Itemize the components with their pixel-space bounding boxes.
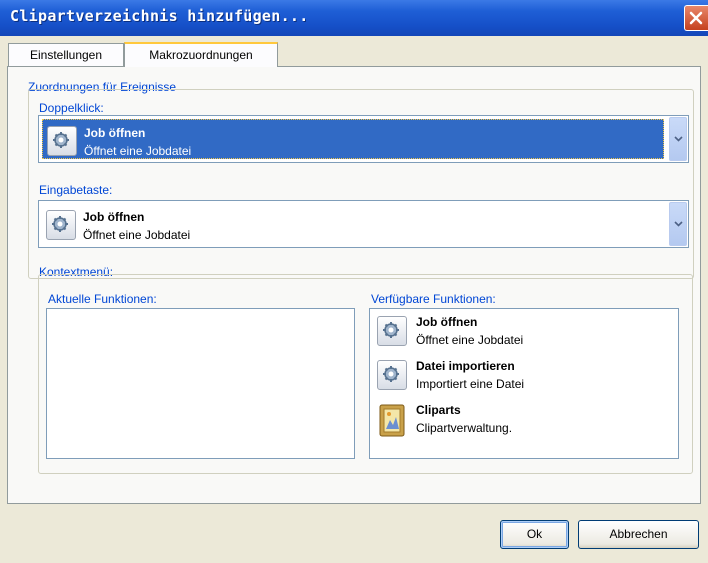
enter-dropdown-button[interactable] bbox=[669, 202, 687, 246]
doubleclick-label: Doppelklick: bbox=[39, 101, 104, 115]
tab-einstellungen[interactable]: Einstellungen bbox=[8, 43, 124, 66]
gear-icon bbox=[377, 360, 407, 390]
tab-panel: Zuordnungen für Ereignisse Doppelklick: … bbox=[7, 66, 701, 504]
list-item-description: Clipartverwaltung. bbox=[416, 421, 513, 435]
enter-combobox[interactable]: Job öffnen Öffnet eine Jobdatei bbox=[38, 200, 689, 248]
gear-icon bbox=[47, 126, 77, 156]
list-item-name: Cliparts bbox=[416, 403, 461, 417]
gear-icon bbox=[377, 316, 407, 346]
current-functions-list[interactable] bbox=[46, 308, 355, 459]
dialog-window: Clipartverzeichnis hinzufügen... Einstel… bbox=[0, 0, 708, 563]
doubleclick-combobox[interactable]: Job öffnen Öffnet eine Jobdatei bbox=[38, 115, 689, 163]
list-item-name: Datei importieren bbox=[416, 359, 515, 373]
cancel-button[interactable]: Abbrechen bbox=[578, 520, 699, 549]
current-functions-label: Aktuelle Funktionen: bbox=[48, 292, 157, 306]
list-item-description: Öffnet eine Jobdatei bbox=[416, 333, 524, 347]
enter-selected-item: Job öffnen Öffnet eine Jobdatei bbox=[42, 204, 664, 244]
list-item[interactable]: Job öffnen Öffnet eine Jobdatei bbox=[370, 311, 678, 355]
gear-icon bbox=[46, 210, 76, 240]
window-title: Clipartverzeichnis hinzufügen... bbox=[10, 7, 309, 25]
enter-item-description: Öffnet eine Jobdatei bbox=[83, 228, 191, 242]
list-item-description: Importiert eine Datei bbox=[416, 377, 525, 391]
list-item[interactable]: Cliparts Clipartverwaltung. bbox=[370, 399, 678, 443]
available-functions-list[interactable]: Job öffnen Öffnet eine Jobdatei Datei im… bbox=[369, 308, 679, 459]
doubleclick-item-name: Job öffnen bbox=[84, 126, 146, 140]
close-button[interactable] bbox=[684, 5, 708, 31]
doubleclick-selected-item: Job öffnen Öffnet eine Jobdatei bbox=[42, 119, 664, 159]
close-icon bbox=[689, 11, 703, 25]
doubleclick-item-description: Öffnet eine Jobdatei bbox=[84, 144, 192, 158]
tab-makrozuordnungen[interactable]: Makrozuordnungen bbox=[124, 42, 278, 67]
doubleclick-dropdown-button[interactable] bbox=[669, 117, 687, 161]
enter-item-name: Job öffnen bbox=[83, 210, 145, 224]
available-functions-label: Verfügbare Funktionen: bbox=[371, 292, 496, 306]
title-bar[interactable]: Clipartverzeichnis hinzufügen... bbox=[0, 0, 708, 36]
chevron-down-icon bbox=[674, 221, 683, 227]
chevron-down-icon bbox=[674, 136, 683, 142]
list-item-name: Job öffnen bbox=[416, 315, 478, 329]
picture-frame-icon bbox=[379, 404, 407, 438]
list-item[interactable]: Datei importieren Importiert eine Datei bbox=[370, 355, 678, 399]
ok-button[interactable]: Ok bbox=[500, 520, 569, 549]
enter-label: Eingabetaste: bbox=[39, 183, 113, 197]
